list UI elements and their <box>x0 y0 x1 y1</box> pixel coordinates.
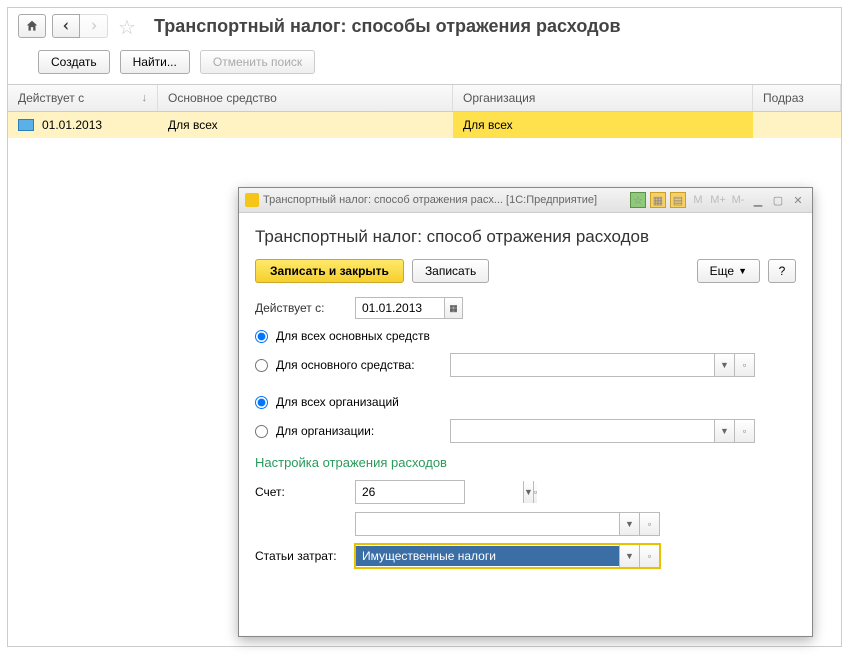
cost-items-lookup: ▼ ▫ <box>355 544 660 568</box>
col-header-date-label: Действует с <box>18 91 84 105</box>
subconto-row: ▼ ▫ <box>255 512 796 536</box>
tb-m2-icon[interactable]: M+ <box>710 192 726 208</box>
col-header-asset[interactable]: Основное средство <box>158 85 453 111</box>
asset-lookup-input[interactable] <box>451 355 714 375</box>
radio-one-org[interactable] <box>255 425 268 438</box>
tb-icon-1[interactable]: ☆ <box>630 192 646 208</box>
dialog-heading: Транспортный налог: способ отражения рас… <box>255 227 796 247</box>
nav-group <box>52 14 108 38</box>
subconto-dropdown-icon[interactable]: ▼ <box>619 513 639 535</box>
radio-one-org-label: Для организации: <box>276 424 374 438</box>
cancel-search-button: Отменить поиск <box>200 50 315 74</box>
subconto-lookup: ▼ ▫ <box>355 512 660 536</box>
asset-lookup-dropdown-icon[interactable]: ▼ <box>714 354 734 376</box>
expense-section-title: Настройка отражения расходов <box>255 455 796 470</box>
action-bar: Создать Найти... Отменить поиск <box>8 44 841 84</box>
radio-all-assets-label: Для всех основных средств <box>276 329 430 343</box>
home-button[interactable] <box>18 14 46 38</box>
tb-m3-icon[interactable]: M- <box>730 192 746 208</box>
grid-header: Действует с ↓ Основное средство Организа… <box>8 85 841 112</box>
radio-one-asset-row: Для основного средства: ▼ ▫ <box>255 353 796 377</box>
top-toolbar: ☆ Транспортный налог: способы отражения … <box>8 8 841 44</box>
col-header-date[interactable]: Действует с ↓ <box>8 85 158 111</box>
more-button[interactable]: Еще ▼ <box>697 259 760 283</box>
asset-lookup-open-icon[interactable]: ▫ <box>734 354 754 376</box>
dialog-title: Транспортный налог: способ отражения рас… <box>263 194 630 206</box>
cell-date-value: 01.01.2013 <box>42 118 102 132</box>
forward-button[interactable] <box>80 14 108 38</box>
minimize-icon[interactable]: ▁ <box>750 192 766 208</box>
org-lookup: ▼ ▫ <box>450 419 755 443</box>
cost-items-label: Статьи затрат: <box>255 549 355 563</box>
radio-all-orgs-row: Для всех организаций <box>255 395 796 409</box>
row-icon <box>18 119 34 131</box>
cell-org: Для всех <box>453 112 753 138</box>
dialog-body: Транспортный налог: способ отражения рас… <box>239 213 812 635</box>
cost-items-row: Статьи затрат: ▼ ▫ <box>255 544 796 568</box>
more-button-label: Еще <box>710 264 734 278</box>
page-title: Транспортный налог: способы отражения ра… <box>154 16 621 37</box>
radio-all-assets-row: Для всех основных средств <box>255 329 796 343</box>
org-lookup-dropdown-icon[interactable]: ▼ <box>714 420 734 442</box>
create-button[interactable]: Создать <box>38 50 110 74</box>
cost-items-dropdown-icon[interactable]: ▼ <box>619 545 639 567</box>
cell-date: 01.01.2013 <box>8 112 158 138</box>
radio-all-orgs-label: Для всех организаций <box>276 395 399 409</box>
find-button[interactable]: Найти... <box>120 50 190 74</box>
valid-from-label: Действует с: <box>255 301 355 315</box>
asset-lookup: ▼ ▫ <box>450 353 755 377</box>
subconto-input[interactable] <box>356 514 619 534</box>
radio-one-asset-label: Для основного средства: <box>276 358 415 372</box>
col-header-subdiv[interactable]: Подраз <box>753 85 841 111</box>
account-input[interactable] <box>356 482 523 502</box>
chevron-down-icon: ▼ <box>738 266 747 276</box>
org-lookup-input[interactable] <box>451 421 714 441</box>
cell-subdiv <box>753 112 841 138</box>
col-header-org[interactable]: Организация <box>453 85 753 111</box>
account-row: Счет: ▼ ▫ <box>255 480 796 504</box>
save-and-close-button[interactable]: Записать и закрыть <box>255 259 404 283</box>
favorite-icon[interactable]: ☆ <box>118 15 140 37</box>
tb-icon-3[interactable]: ▤ <box>670 192 686 208</box>
help-button[interactable]: ? <box>768 259 796 283</box>
account-label: Счет: <box>255 485 355 499</box>
dialog-window: Транспортный налог: способ отражения рас… <box>238 187 813 637</box>
cell-asset: Для всех <box>158 112 453 138</box>
radio-all-orgs[interactable] <box>255 396 268 409</box>
app-icon <box>245 193 259 207</box>
radio-one-asset[interactable] <box>255 359 268 372</box>
radio-one-org-row: Для организации: ▼ ▫ <box>255 419 796 443</box>
subconto-open-icon[interactable]: ▫ <box>639 513 659 535</box>
close-icon[interactable]: ✕ <box>790 192 806 208</box>
cost-items-input[interactable] <box>356 546 619 566</box>
radio-all-assets[interactable] <box>255 330 268 343</box>
titlebar-icons: ☆ ▦ ▤ M M+ M- ▁ ▢ ✕ <box>630 192 806 208</box>
date-picker-icon[interactable]: ▦ <box>445 297 463 319</box>
dialog-toolbar: Записать и закрыть Записать Еще ▼ ? <box>255 259 796 283</box>
valid-from-row: Действует с: ▦ <box>255 297 796 319</box>
save-button[interactable]: Записать <box>412 259 489 283</box>
table-row[interactable]: 01.01.2013 Для всех Для всех <box>8 112 841 138</box>
sort-indicator-icon: ↓ <box>142 92 148 104</box>
data-grid: Действует с ↓ Основное средство Организа… <box>8 84 841 138</box>
account-dropdown-icon[interactable]: ▼ <box>523 481 533 503</box>
dialog-titlebar[interactable]: Транспортный налог: способ отражения рас… <box>239 188 812 213</box>
tb-icon-2[interactable]: ▦ <box>650 192 666 208</box>
account-lookup: ▼ ▫ <box>355 480 465 504</box>
maximize-icon[interactable]: ▢ <box>770 192 786 208</box>
account-open-icon[interactable]: ▫ <box>533 481 537 503</box>
org-lookup-open-icon[interactable]: ▫ <box>734 420 754 442</box>
valid-from-input[interactable] <box>355 297 445 319</box>
tb-m1-icon[interactable]: M <box>690 192 706 208</box>
back-button[interactable] <box>52 14 80 38</box>
cost-items-open-icon[interactable]: ▫ <box>639 545 659 567</box>
